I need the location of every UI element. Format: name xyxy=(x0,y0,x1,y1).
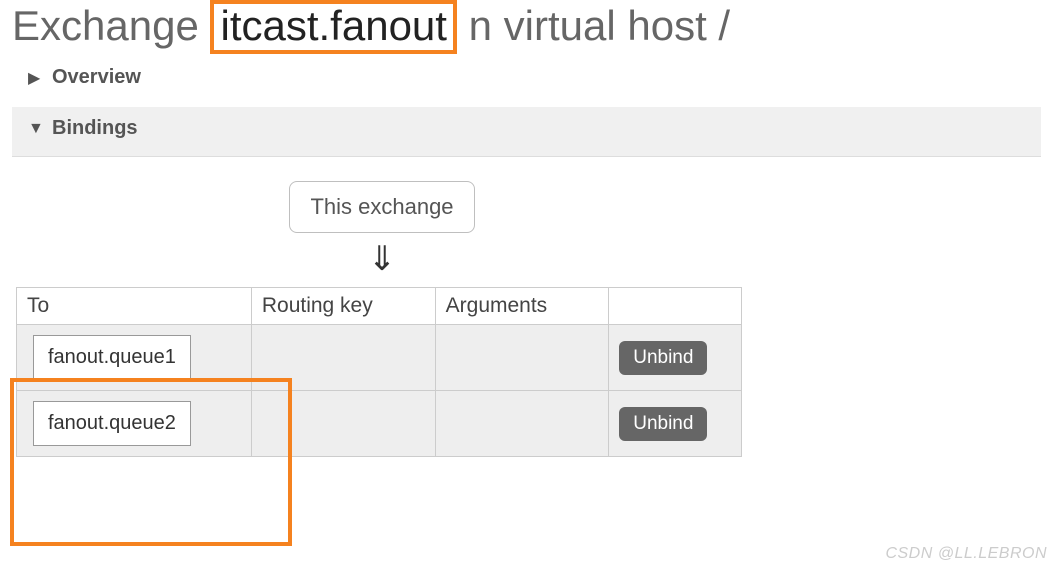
section-bindings-header[interactable]: ▼ Bindings xyxy=(22,107,1041,150)
routing-key-cell xyxy=(251,325,435,391)
queue-link[interactable]: fanout.queue2 xyxy=(33,401,191,446)
chevron-right-icon: ▶ xyxy=(28,68,42,88)
exchange-name: itcast.fanout xyxy=(210,0,456,54)
page-title: Exchange itcast.fanout n virtual host / xyxy=(12,0,1041,54)
unbind-button[interactable]: Unbind xyxy=(619,407,707,441)
arguments-cell xyxy=(435,391,609,457)
title-prefix: Exchange xyxy=(12,2,199,49)
arrow-down-icon: ⇓ xyxy=(12,239,752,279)
chevron-down-icon: ▼ xyxy=(28,120,42,138)
queue-link[interactable]: fanout.queue1 xyxy=(33,335,191,380)
routing-key-cell xyxy=(251,391,435,457)
bindings-table: To Routing key Arguments fanout.queue1 U… xyxy=(16,287,742,457)
col-arguments: Arguments xyxy=(435,288,609,325)
section-overview-label: Overview xyxy=(52,66,141,89)
section-bindings-label: Bindings xyxy=(52,117,138,140)
col-routing-key: Routing key xyxy=(251,288,435,325)
table-row: fanout.queue1 Unbind xyxy=(17,325,742,391)
watermark: CSDN @LL.LEBRON xyxy=(885,545,1047,563)
arguments-cell xyxy=(435,325,609,391)
unbind-button[interactable]: Unbind xyxy=(619,341,707,375)
col-action xyxy=(609,288,742,325)
title-middle: n virtual host xyxy=(469,2,707,49)
section-overview-header[interactable]: ▶ Overview xyxy=(22,60,1041,95)
table-row: fanout.queue2 Unbind xyxy=(17,391,742,457)
this-exchange-box: This exchange xyxy=(289,181,474,233)
col-to: To xyxy=(17,288,252,325)
title-vhost: / xyxy=(718,2,730,49)
